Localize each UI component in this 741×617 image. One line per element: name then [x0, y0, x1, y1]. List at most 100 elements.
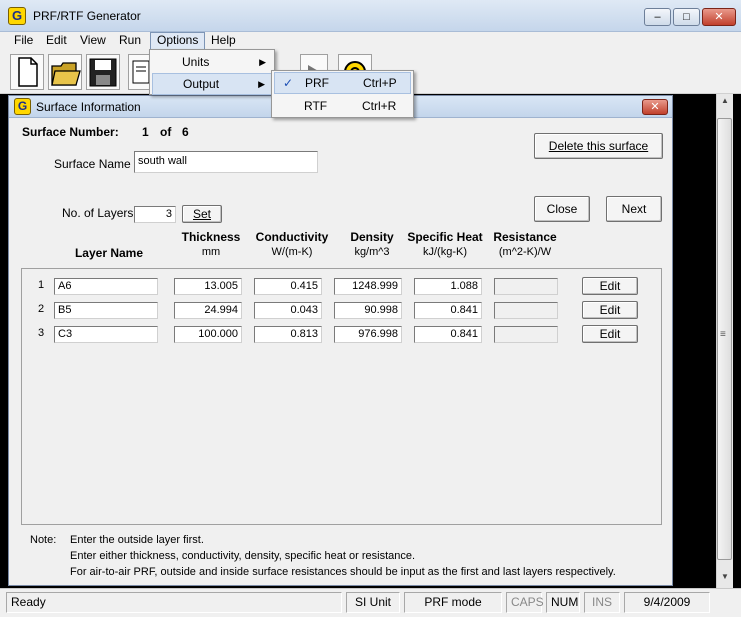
layer-resistance-input[interactable]: [494, 326, 558, 343]
save-disk-icon: [89, 58, 117, 87]
status-num: NUM: [546, 592, 580, 613]
menu-item-units-label: Units: [182, 55, 210, 69]
menu-help[interactable]: Help: [205, 32, 242, 50]
grip-icon: ≡: [720, 329, 726, 340]
menu-item-output-label: Output: [183, 77, 220, 91]
title-bar: G PRF/RTF Generator – □ ✕: [0, 0, 741, 32]
layer-conductivity-input[interactable]: 0.813: [254, 326, 322, 343]
set-layers-button[interactable]: Set: [182, 205, 222, 223]
edit-layer-button[interactable]: Edit: [582, 277, 638, 295]
layer-density-input[interactable]: 90.998: [334, 302, 402, 319]
scroll-up-icon[interactable]: ▲: [721, 96, 729, 105]
menu-item-units[interactable]: Units ▶: [152, 51, 272, 73]
options-dropdown: Units ▶ Output ▶: [149, 49, 275, 95]
layer-specific-heat-input[interactable]: 0.841: [414, 302, 482, 319]
layers-count-input[interactable]: 3: [134, 206, 176, 223]
set-layers-label: Set: [192, 207, 211, 221]
layer-name-input[interactable]: B5: [54, 302, 158, 319]
layer-thickness-input[interactable]: 100.000: [174, 326, 242, 343]
checkmark-icon: ✓: [283, 76, 294, 90]
child-logo-icon: G: [14, 98, 31, 115]
surface-total: 6: [182, 125, 189, 139]
col-resistance: Resistance: [493, 230, 557, 244]
layer-index: 1: [38, 279, 45, 291]
layer-thickness-input[interactable]: 13.005: [174, 278, 242, 295]
menu-item-prf[interactable]: ✓ PRF Ctrl+P: [274, 72, 411, 94]
layer-density-input[interactable]: 1248.999: [334, 278, 402, 295]
maximize-button[interactable]: □: [673, 8, 700, 26]
menu-item-prf-shortcut: Ctrl+P: [363, 76, 397, 90]
surface-name-label: Surface Name: [54, 157, 131, 171]
layer-index: 3: [38, 327, 45, 339]
save-button[interactable]: [86, 54, 120, 90]
submenu-arrow-icon: ▶: [259, 57, 266, 67]
surface-of: of: [160, 125, 172, 139]
open-file-button[interactable]: [48, 54, 82, 90]
layer-name-input[interactable]: A6: [54, 278, 158, 295]
layer-density-input[interactable]: 976.998: [334, 326, 402, 343]
app-logo-icon: G: [8, 7, 26, 25]
status-units: SI Unit: [346, 592, 400, 613]
window-title: PRF/RTF Generator: [33, 9, 141, 23]
surface-number-label: Surface Number:: [22, 125, 119, 139]
status-caps: CAPS: [506, 592, 544, 613]
layer-specific-heat-input[interactable]: 1.088: [414, 278, 482, 295]
child-title: Surface Information: [36, 100, 141, 114]
close-button[interactable]: ✕: [702, 8, 736, 26]
layers-count-label: No. of Layers: [62, 206, 134, 220]
layer-resistance-input[interactable]: [494, 302, 558, 319]
note-label: Note:: [30, 534, 57, 546]
surface-number: 1: [142, 125, 149, 139]
menu-item-prf-label: PRF: [305, 76, 329, 90]
status-ins: INS: [584, 592, 620, 613]
status-date: 9/4/2009: [624, 592, 710, 613]
surface-information-window: G Surface Information ✕ Surface Number: …: [8, 95, 673, 586]
menu-item-output[interactable]: Output ▶: [152, 73, 272, 95]
layer-specific-heat-input[interactable]: 0.841: [414, 326, 482, 343]
new-file-button[interactable]: [10, 54, 44, 90]
menu-view[interactable]: View: [74, 32, 112, 50]
delete-surface-button[interactable]: Delete this surface: [534, 133, 663, 159]
col-conductivity-unit: W/(m-K): [271, 246, 313, 258]
menu-item-rtf[interactable]: RTF Ctrl+R: [274, 95, 411, 117]
submenu-arrow-icon: ▶: [258, 79, 265, 89]
next-surface-button[interactable]: Next: [606, 196, 662, 222]
status-mode: PRF mode: [404, 592, 502, 613]
open-folder-icon: [51, 62, 81, 86]
scroll-down-icon[interactable]: ▼: [721, 572, 729, 581]
col-conductivity: Conductivity: [255, 230, 329, 244]
status-ready: Ready: [6, 592, 342, 613]
layer-name-input[interactable]: C3: [54, 326, 158, 343]
menu-bar: File Edit View Run Options Help: [0, 32, 741, 50]
layer-conductivity-input[interactable]: 0.043: [254, 302, 322, 319]
col-specific-heat-unit: kJ/(kg-K): [423, 246, 467, 258]
note-line: For air-to-air PRF, outside and inside s…: [70, 566, 616, 578]
note-line: Enter either thickness, conductivity, de…: [70, 550, 416, 562]
edit-layer-button[interactable]: Edit: [582, 301, 638, 319]
col-density-unit: kg/m^3: [354, 246, 390, 258]
surface-name-input[interactable]: south wall: [134, 151, 318, 173]
col-layer-name: Layer Name: [74, 246, 144, 260]
layer-index: 2: [38, 303, 45, 315]
col-thickness-unit: mm: [201, 246, 221, 258]
delete-surface-label: Delete this surface: [548, 139, 649, 153]
scrollbar-thumb[interactable]: ≡: [717, 118, 732, 560]
output-submenu: ✓ PRF Ctrl+P RTF Ctrl+R: [271, 70, 414, 118]
edit-layer-button[interactable]: Edit: [582, 325, 638, 343]
col-thickness: Thickness: [181, 230, 241, 244]
close-dialog-button[interactable]: Close: [534, 196, 590, 222]
layer-conductivity-input[interactable]: 0.415: [254, 278, 322, 295]
col-resistance-unit: (m^2-K)/W: [498, 246, 552, 258]
menu-edit[interactable]: Edit: [40, 32, 73, 50]
menu-options[interactable]: Options: [150, 32, 206, 50]
menu-item-rtf-label: RTF: [304, 99, 328, 113]
layer-resistance-input[interactable]: [494, 278, 558, 295]
minimize-button[interactable]: –: [644, 8, 671, 26]
layer-thickness-input[interactable]: 24.994: [174, 302, 242, 319]
status-bar: Ready SI Unit PRF mode CAPS NUM INS 9/4/…: [0, 588, 741, 617]
col-density: Density: [350, 230, 394, 244]
menu-run[interactable]: Run: [113, 32, 147, 50]
child-close-button[interactable]: ✕: [642, 99, 668, 115]
menu-item-rtf-shortcut: Ctrl+R: [362, 99, 397, 113]
menu-file[interactable]: File: [8, 32, 39, 50]
